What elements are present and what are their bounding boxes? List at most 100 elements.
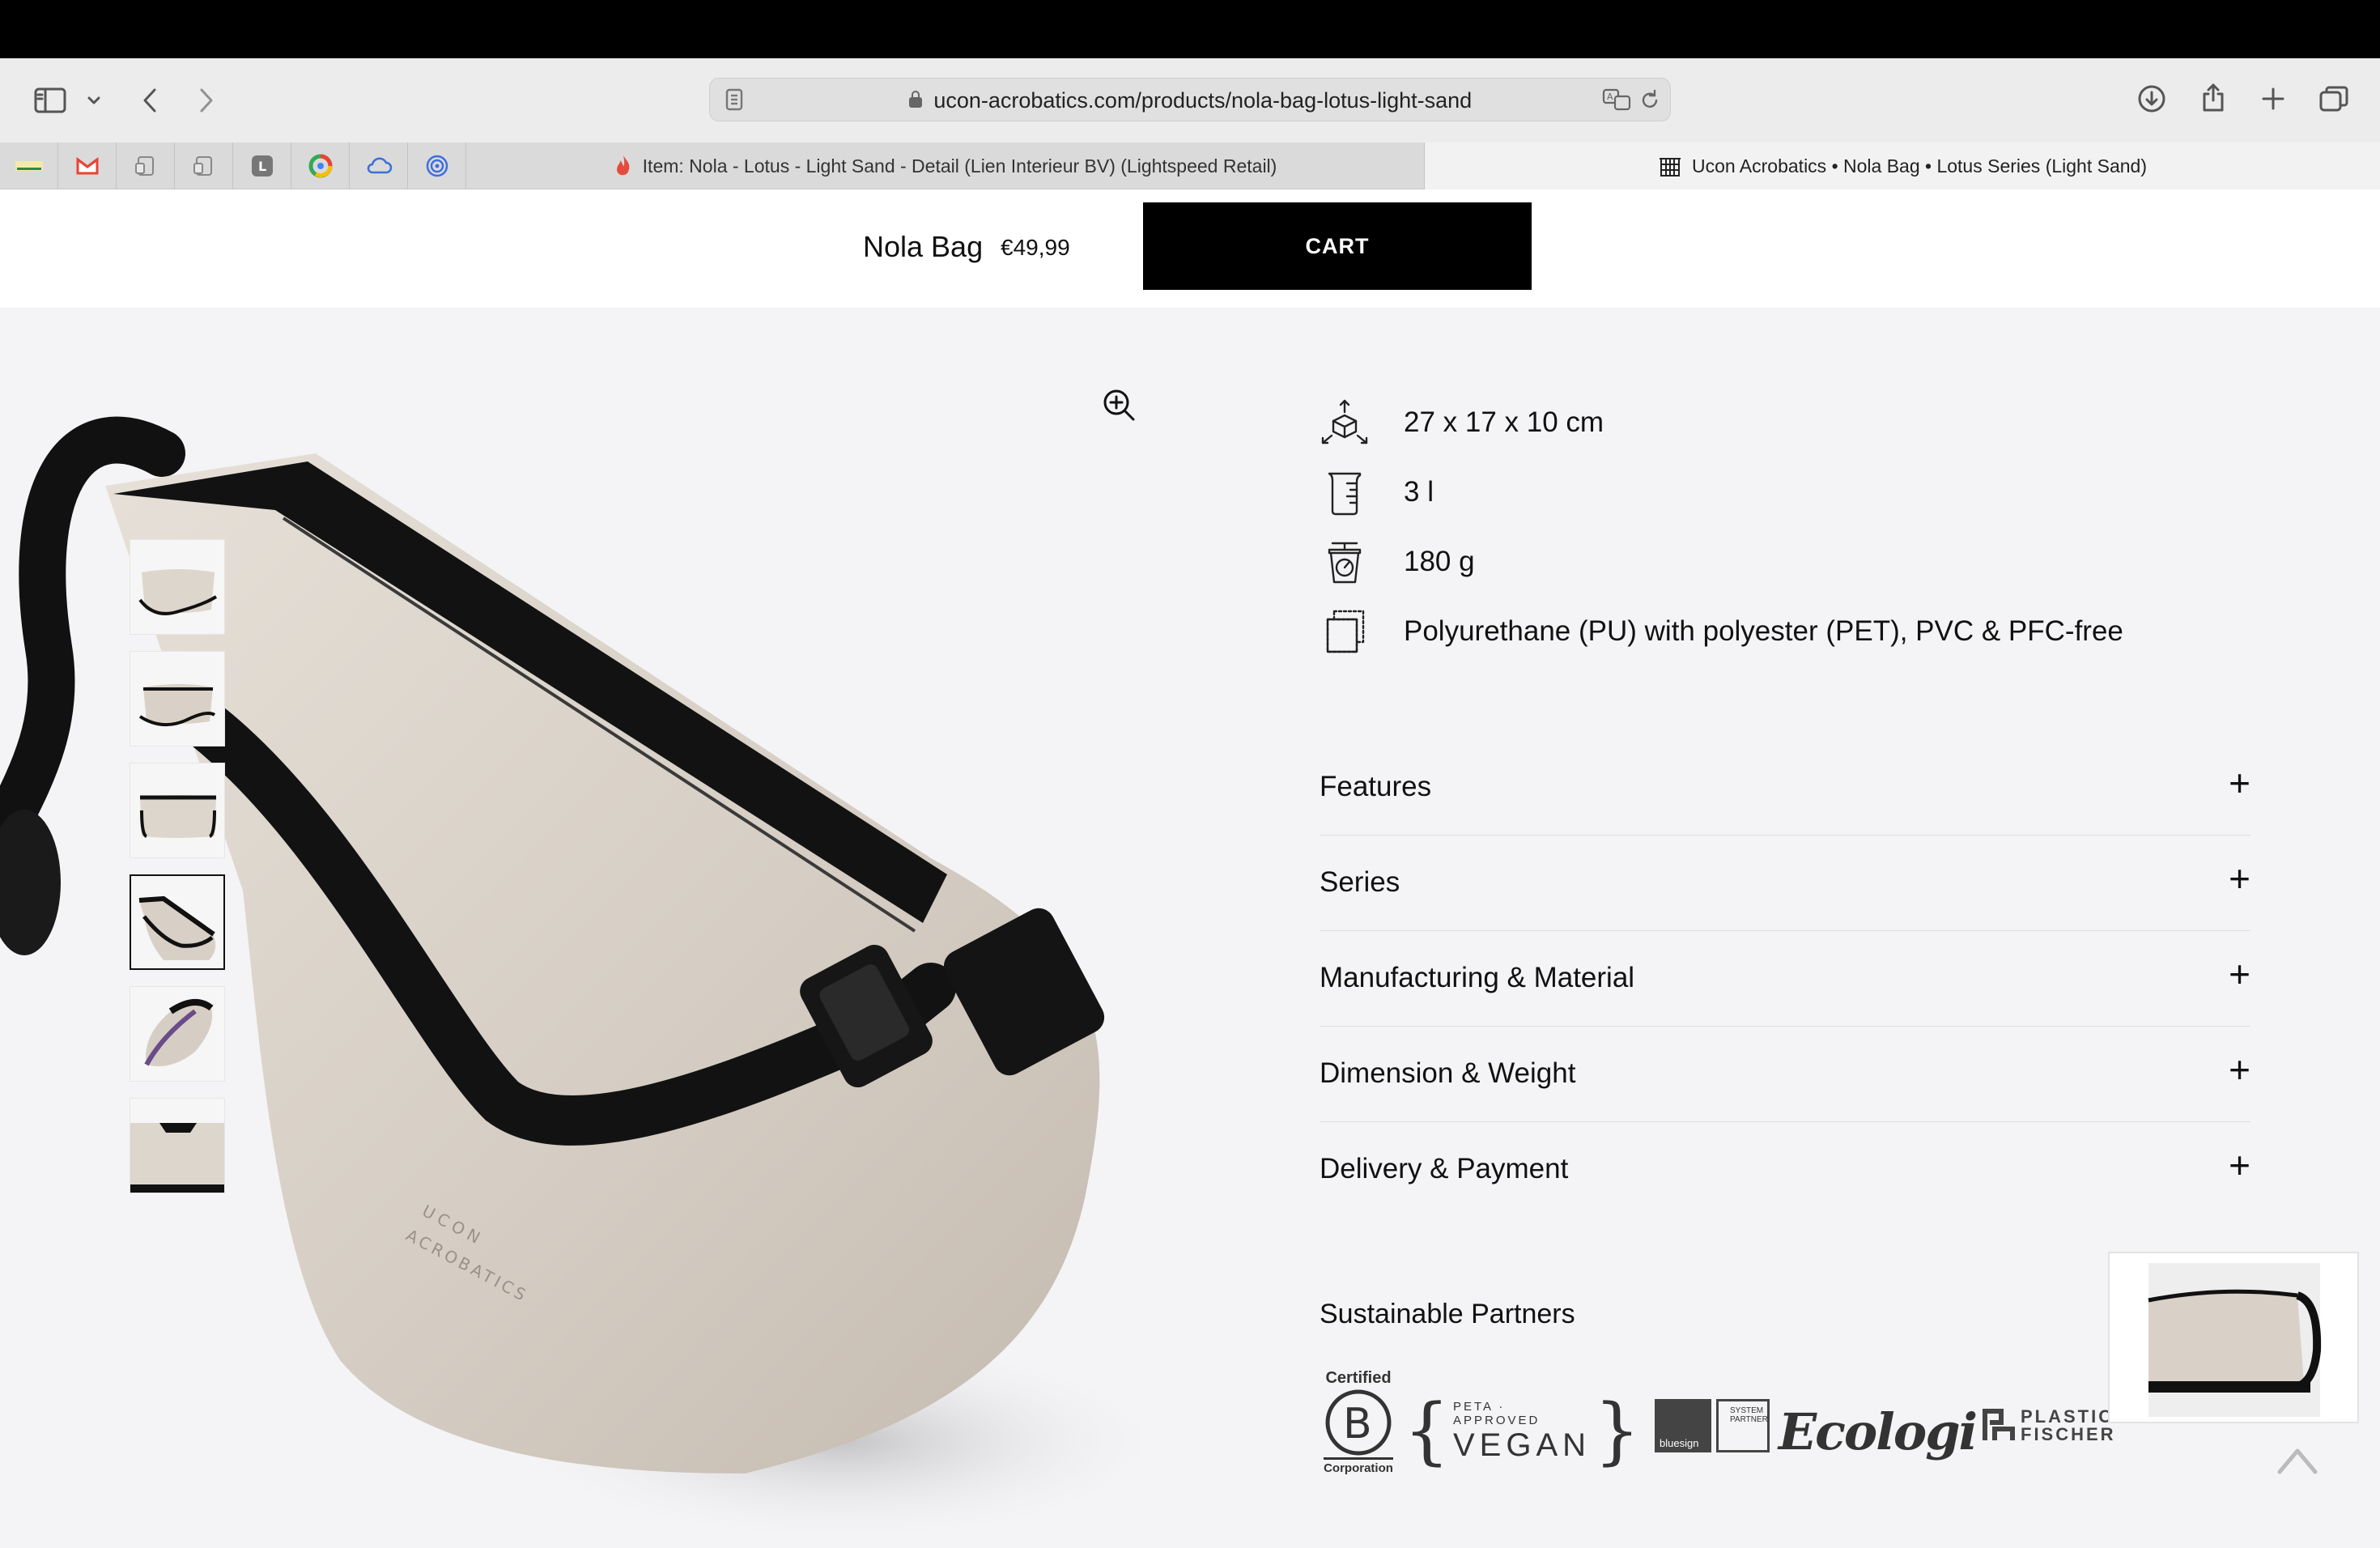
plus-icon: [2262, 87, 2284, 110]
product-gallery: UCON ACROBATICS: [0, 308, 1263, 1548]
chevron-down-icon: [87, 96, 100, 104]
chevron-up-icon: [2277, 1448, 2318, 1474]
dimensions-icon: [1320, 398, 1370, 448]
letter-l-icon: L: [251, 155, 273, 176]
tab-lightspeed[interactable]: Item: Nola - Lotus - Light Sand - Detail…: [466, 142, 1425, 189]
bcorp-icon: B: [1325, 1389, 1392, 1455]
bcorp-logo[interactable]: Certified B Corporation: [1320, 1365, 1397, 1478]
tab-bar: L Item: Nola - Lotus - Light Sand - Deta…: [0, 142, 2380, 189]
pinned-tab[interactable]: [408, 142, 466, 189]
accordion-label: Delivery & Payment: [1320, 1153, 1569, 1184]
accordion-dimension-weight[interactable]: Dimension & Weight +: [1320, 1027, 2250, 1122]
product-price: €49,99: [1001, 235, 1070, 260]
accordion-series[interactable]: Series +: [1320, 836, 2250, 931]
download-icon: [2138, 85, 2165, 113]
svg-text:B: B: [1343, 1400, 1372, 1448]
material-icon: [1320, 606, 1370, 657]
plus-icon: +: [2229, 762, 2250, 804]
thumbnail[interactable]: [130, 763, 225, 858]
url-text: ucon-acrobatics.com/products/nola-bag-lo…: [933, 88, 1473, 113]
accordion-label: Manufacturing & Material: [1320, 962, 1635, 993]
volume-icon: [1320, 467, 1370, 517]
peta-vegan-logo[interactable]: { PETA · APPROVED VEGAN }: [1404, 1393, 1641, 1470]
plus-icon: +: [2229, 1048, 2250, 1091]
pinned-tab[interactable]: [58, 142, 117, 189]
document-icon: [193, 156, 212, 176]
ecologi-logo[interactable]: Ecologi: [1779, 1393, 1978, 1470]
gmail-icon: [76, 157, 98, 175]
spec-row: Polyurethane (PU) with polyester (PET), …: [1320, 606, 2123, 657]
accordion-label: Dimension & Weight: [1320, 1057, 1576, 1089]
site-icon: [15, 161, 43, 171]
translate-icon[interactable]: A: [1602, 87, 1633, 116]
spec-row: 27 x 17 x 10 cm: [1320, 397, 1604, 449]
mini-product-image: [2148, 1263, 2322, 1417]
swirl-icon: [426, 155, 448, 177]
menu-bar: [0, 0, 2380, 58]
plus-icon: +: [2229, 953, 2250, 995]
back-to-top-button[interactable]: [2276, 1444, 2318, 1477]
accordion-delivery-payment[interactable]: Delivery & Payment +: [1320, 1122, 2250, 1218]
sidebar-icon: [34, 87, 66, 113]
pinned-tab[interactable]: [350, 142, 408, 189]
partners-title: Sustainable Partners: [1320, 1299, 1575, 1329]
bluesign-logo[interactable]: bluesign SYSTEM PARTNER: [1655, 1399, 1770, 1452]
sticky-product-header: Nola Bag €49,99 CART: [0, 189, 2380, 308]
cloud-icon: [367, 157, 392, 174]
cart-button[interactable]: CART: [1143, 202, 1532, 290]
accordion-label: Series: [1320, 866, 1400, 898]
forward-arrow-icon: [200, 88, 213, 113]
forward-button[interactable]: [193, 84, 220, 117]
spec-dimensions: 27 x 17 x 10 cm: [1404, 406, 1604, 438]
lock-icon: [908, 88, 923, 113]
building-icon: [1658, 154, 1682, 178]
spec-row: 180 g: [1320, 536, 1475, 588]
chrome-icon: [308, 154, 332, 178]
share-button[interactable]: [2197, 79, 2229, 117]
tab-title: Ucon Acrobatics • Nola Bag • Lotus Serie…: [1691, 155, 2147, 176]
reload-icon[interactable]: [1639, 89, 1660, 116]
product-name: Nola Bag: [863, 230, 984, 263]
downloads-button[interactable]: [2136, 81, 2168, 117]
plastic-fischer-icon: [1983, 1409, 2015, 1440]
svg-text:A: A: [1607, 91, 1613, 102]
accordion-label: Features: [1320, 771, 1432, 802]
tab-overview-icon: [2319, 86, 2348, 112]
floating-product-preview[interactable]: [2108, 1252, 2359, 1423]
pinned-tab[interactable]: [291, 142, 350, 189]
tab-title: Item: Nola - Lotus - Light Sand - Detail…: [642, 155, 1277, 176]
new-tab-button[interactable]: [2257, 83, 2289, 115]
sidebar-toggle-button[interactable]: [31, 83, 70, 118]
zoom-button[interactable]: [1101, 387, 1137, 423]
accordion-manufacturing[interactable]: Manufacturing & Material +: [1320, 931, 2250, 1027]
pinned-tab[interactable]: L: [233, 142, 291, 189]
plus-icon: +: [2229, 1144, 2250, 1186]
thumbnail[interactable]: [130, 1098, 225, 1193]
browser-toolbar: ucon-acrobatics.com/products/nola-bag-lo…: [0, 58, 2380, 142]
flame-icon: [614, 154, 633, 178]
tab-ucon[interactable]: Ucon Acrobatics • Nola Bag • Lotus Serie…: [1425, 142, 2380, 189]
pinned-tab[interactable]: [0, 142, 58, 189]
spec-row: 3 l: [1320, 466, 1434, 518]
accordion-features[interactable]: Features +: [1320, 740, 2250, 836]
pinned-tab[interactable]: [175, 142, 233, 189]
thumbnail-selected[interactable]: [130, 874, 225, 970]
thumbnail[interactable]: [130, 651, 225, 746]
thumbnail[interactable]: [130, 539, 225, 635]
plus-icon: +: [2229, 857, 2250, 899]
thumbnail[interactable]: [130, 986, 225, 1082]
spec-volume: 3 l: [1404, 476, 1434, 508]
weight-icon: [1320, 537, 1370, 587]
back-arrow-icon: [143, 88, 156, 113]
tab-overview-button[interactable]: [2317, 83, 2351, 115]
spec-weight: 180 g: [1404, 546, 1475, 577]
sidebar-menu-chevron[interactable]: [84, 91, 104, 110]
spec-material: Polyurethane (PU) with polyester (PET), …: [1404, 615, 2123, 647]
back-button[interactable]: [136, 84, 164, 117]
share-icon: [2203, 83, 2224, 112]
address-bar[interactable]: ucon-acrobatics.com/products/nola-bag-lo…: [709, 78, 1671, 121]
pinned-tab[interactable]: [117, 142, 175, 189]
zoom-in-icon: [1103, 389, 1135, 421]
document-icon: [134, 156, 154, 176]
svg-text:L: L: [258, 159, 266, 174]
